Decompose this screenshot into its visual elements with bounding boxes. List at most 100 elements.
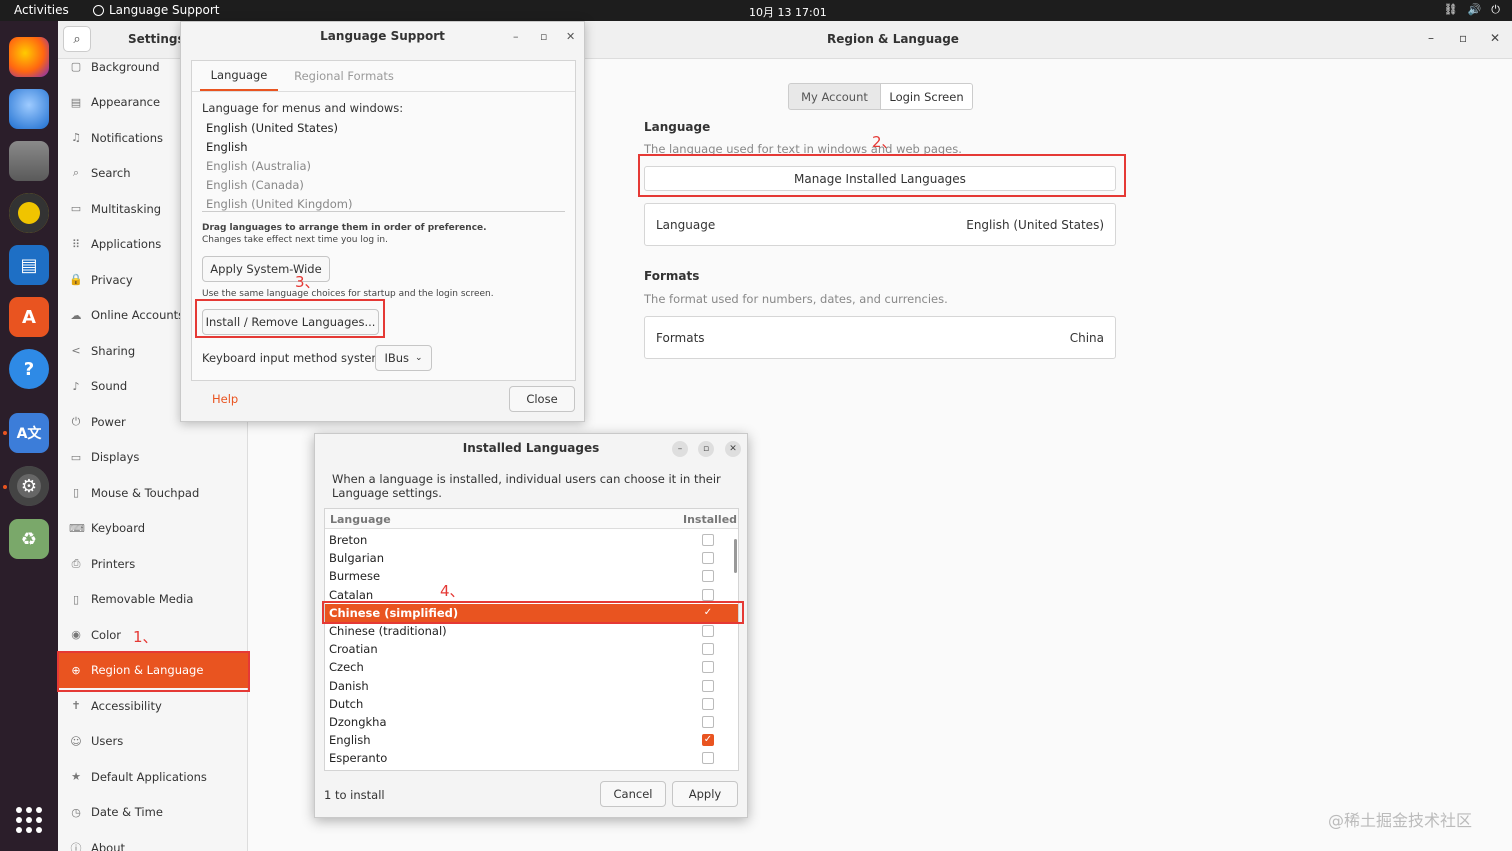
- language-list-item[interactable]: English (Australia): [206, 159, 311, 173]
- chevron-down-icon: ⌄: [415, 353, 423, 363]
- sidebar-item-icon: ⌕: [72, 166, 80, 179]
- table-row[interactable]: Bulgarian: [325, 549, 738, 567]
- tab-my-account[interactable]: My Account: [788, 83, 881, 110]
- close-icon[interactable]: ✕: [566, 30, 575, 43]
- language-name: English: [329, 733, 371, 748]
- sidebar-item-displays[interactable]: ▭ Displays: [58, 440, 248, 475]
- firefox-icon[interactable]: [9, 37, 49, 77]
- installed-checkbox[interactable]: [702, 534, 714, 546]
- app-menu[interactable]: Language Support: [93, 3, 219, 17]
- close-icon[interactable]: ✕: [725, 441, 741, 457]
- volume-icon[interactable]: 🔊: [1468, 3, 1482, 17]
- sidebar-item-users[interactable]: ☺ Users: [58, 724, 248, 759]
- sidebar-item-label: Mouse & Touchpad: [91, 485, 200, 500]
- formats-row[interactable]: Formats China: [644, 316, 1116, 359]
- sidebar-item-icon: ♫: [71, 131, 81, 144]
- table-scrollbar[interactable]: [734, 539, 737, 573]
- close-button[interactable]: Close: [509, 386, 575, 412]
- installed-checkbox[interactable]: [702, 588, 714, 601]
- tab-login-screen[interactable]: Login Screen: [880, 83, 973, 110]
- running-indicator: [3, 431, 7, 435]
- table-row[interactable]: Esperanto: [325, 749, 738, 767]
- settings-icon[interactable]: ⚙: [9, 466, 49, 506]
- close-icon[interactable]: ✕: [1490, 31, 1500, 45]
- maximize-icon[interactable]: ▫: [698, 441, 714, 457]
- apps-grid-icon[interactable]: [16, 807, 42, 833]
- language-list-item[interactable]: English: [206, 140, 248, 154]
- power-icon[interactable]: ⏻: [1491, 3, 1500, 17]
- sidebar-item-icon: 🔒: [69, 273, 83, 286]
- rhythmbox-icon[interactable]: [9, 193, 49, 233]
- sidebar-item-keyboard[interactable]: ⌨ Keyboard: [58, 511, 248, 546]
- minimize-icon[interactable]: –: [1428, 31, 1434, 45]
- help-icon[interactable]: ?: [9, 349, 49, 389]
- table-row[interactable]: Czech: [325, 658, 738, 676]
- formats-heading: Formats: [644, 269, 700, 283]
- installed-languages-dialog: Installed Languages – ▫ ✕ When a languag…: [314, 433, 748, 818]
- sidebar-item-label: Removable Media: [91, 592, 194, 606]
- activities-button[interactable]: Activities: [14, 3, 69, 17]
- trash-icon[interactable]: ♻: [9, 519, 49, 559]
- input-method-select[interactable]: IBus ⌄: [375, 345, 432, 371]
- language-list-item[interactable]: English (United Kingdom): [206, 197, 352, 211]
- table-row[interactable]: Croatian: [325, 640, 738, 658]
- minimize-icon[interactable]: –: [513, 30, 519, 43]
- table-row[interactable]: Burmese: [325, 567, 738, 585]
- software-icon[interactable]: A: [9, 297, 49, 337]
- sidebar-item-default-applications[interactable]: ★ Default Applications: [58, 759, 248, 794]
- language-list-item[interactable]: English (Canada): [206, 178, 304, 192]
- sidebar-item-mouse-touchpad[interactable]: ▯ Mouse & Touchpad: [58, 475, 248, 510]
- thunderbird-icon[interactable]: [9, 89, 49, 129]
- installed-checkbox[interactable]: [702, 752, 714, 765]
- sidebar-item-accessibility[interactable]: ✝ Accessibility: [58, 688, 248, 723]
- language-name: Danish: [329, 678, 369, 693]
- restore-icon[interactable]: ▫: [1459, 31, 1467, 45]
- installed-checkbox[interactable]: [702, 625, 714, 637]
- writer-icon[interactable]: ▤: [9, 245, 49, 285]
- table-row[interactable]: Breton: [325, 531, 738, 549]
- installed-checkbox[interactable]: [702, 716, 714, 728]
- list-divider: [202, 211, 565, 212]
- column-language[interactable]: Language: [330, 513, 391, 526]
- tab-language[interactable]: Language: [200, 61, 278, 91]
- languages-table: Language Installed Breton Bulgarian Burmes…: [324, 508, 739, 771]
- maximize-icon[interactable]: ▫: [540, 30, 547, 43]
- table-row[interactable]: English ✓: [325, 731, 738, 749]
- table-row[interactable]: Chinese (traditional): [325, 622, 738, 640]
- language-list-item[interactable]: English (United States): [206, 121, 338, 135]
- table-row[interactable]: Dzongkha: [325, 713, 738, 731]
- sidebar-item-label: Sharing: [91, 343, 136, 358]
- minimize-icon[interactable]: –: [672, 441, 688, 457]
- column-installed[interactable]: Installed: [683, 513, 737, 526]
- system-tray[interactable]: ⛓ 🔊 ⏻: [1444, 3, 1500, 17]
- apply-button[interactable]: Apply: [672, 781, 738, 807]
- table-row[interactable]: Danish: [325, 677, 738, 695]
- sidebar-item-printers[interactable]: ⎙ Printers: [58, 546, 248, 581]
- dialog-description: When a language is installed, individual…: [332, 472, 721, 500]
- language-row-label: Language: [656, 217, 716, 232]
- installed-checkbox[interactable]: [702, 552, 714, 565]
- installed-checkbox[interactable]: ✓: [702, 734, 714, 747]
- tab-regional-formats[interactable]: Regional Formats: [288, 61, 400, 91]
- sidebar-item-icon: ▯: [72, 592, 80, 606]
- language-icon[interactable]: A文: [9, 413, 49, 453]
- table-row[interactable]: Dutch: [325, 695, 738, 713]
- sidebar-item-date-time[interactable]: ◷ Date & Time: [58, 795, 248, 830]
- installed-checkbox[interactable]: [702, 643, 714, 656]
- sidebar-item-label: Displays: [91, 450, 140, 464]
- sidebar-item-removable-media[interactable]: ▯ Removable Media: [58, 582, 248, 617]
- language-name: Bulgarian: [329, 551, 384, 566]
- installed-checkbox[interactable]: [702, 661, 714, 674]
- sidebar-item-about[interactable]: ⓘ About: [58, 830, 248, 851]
- network-icon[interactable]: ⛓: [1444, 3, 1458, 17]
- language-row[interactable]: Language English (United States): [644, 203, 1116, 246]
- installed-checkbox[interactable]: [702, 679, 714, 692]
- installed-checkbox[interactable]: [702, 697, 714, 710]
- language-name: Esperanto: [329, 751, 388, 766]
- sidebar-item-icon: ★: [71, 770, 81, 783]
- cancel-button[interactable]: Cancel: [600, 781, 666, 807]
- help-link[interactable]: Help: [212, 392, 238, 406]
- installed-checkbox[interactable]: [702, 570, 714, 583]
- files-icon[interactable]: [9, 141, 49, 181]
- clock[interactable]: 10月 13 17:01: [749, 4, 827, 20]
